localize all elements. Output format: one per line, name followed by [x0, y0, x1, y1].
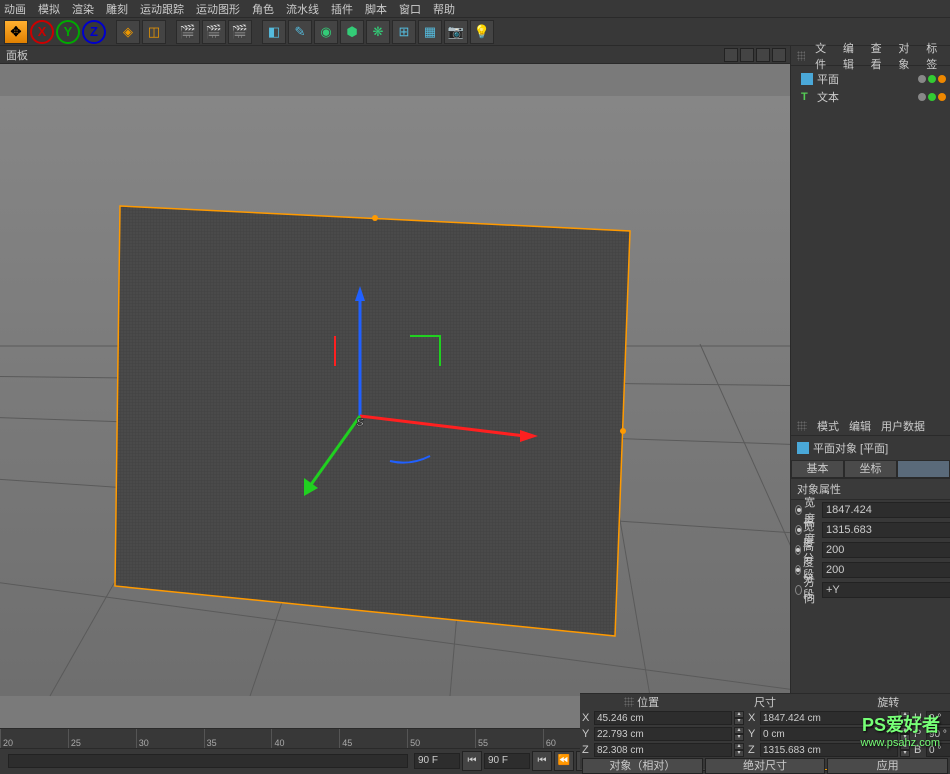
height-input[interactable]: [822, 522, 950, 538]
menu-item[interactable]: 模拟: [38, 1, 60, 17]
vp-nav-icon[interactable]: [772, 48, 786, 62]
goto-start-icon[interactable]: ⏮: [532, 751, 552, 771]
pos-z-input[interactable]: [594, 743, 732, 757]
rot-p-input[interactable]: [926, 727, 950, 741]
menu-item[interactable]: 动画: [4, 1, 26, 17]
generator-icon[interactable]: ◉: [314, 20, 338, 44]
object-manager-tabs: 文件 编辑 查看 对象 标签: [791, 46, 950, 66]
spline-pen-icon[interactable]: ✎: [288, 20, 312, 44]
coordinates-manager: 位置 尺寸 旋转 X▴▾ Y▴▾ Z▴▾ X▴▾ Y▴▾ Z▴▾ H▴▾ P▴▾…: [580, 693, 950, 769]
viewport-header: 面板: [0, 46, 790, 64]
vp-nav-icon[interactable]: [724, 48, 738, 62]
coord-mode-select[interactable]: 对象（相对）: [582, 758, 703, 774]
rot-h-input[interactable]: [926, 711, 950, 725]
tab-basic[interactable]: 基本: [791, 460, 844, 478]
vp-nav-icon[interactable]: [756, 48, 770, 62]
viewport-3d[interactable]: S 网格间距 : 1000 cm: [0, 64, 790, 728]
attribute-tabs: 模式 编辑 用户数据: [791, 416, 950, 436]
frame-start-input[interactable]: [414, 753, 460, 769]
render-settings-icon[interactable]: 🎬: [228, 20, 252, 44]
attribute-subtabs: 基本 坐标: [791, 460, 950, 478]
menu-item[interactable]: 雕刻: [106, 1, 128, 17]
menu-item[interactable]: 流水线: [286, 1, 319, 17]
render-icon[interactable]: 🎬: [176, 20, 200, 44]
vp-nav-icon[interactable]: [740, 48, 754, 62]
width-input[interactable]: [822, 502, 950, 518]
environment-icon[interactable]: ⊞: [392, 20, 416, 44]
cube-primitive-icon[interactable]: ◫: [142, 20, 166, 44]
axis-x-toggle[interactable]: X: [30, 20, 54, 44]
menu-item[interactable]: 角色: [252, 1, 274, 17]
generator2-icon[interactable]: ⬢: [340, 20, 364, 44]
attribute-title: 平面对象 [平面]: [791, 436, 950, 460]
plane-icon: [801, 73, 813, 85]
pos-x-input[interactable]: [594, 711, 732, 725]
grid-icon[interactable]: ▦: [418, 20, 442, 44]
viewport-title: 面板: [6, 47, 28, 63]
width-seg-input[interactable]: [822, 542, 950, 558]
attr-tab[interactable]: 用户数据: [881, 418, 925, 434]
camera-icon[interactable]: 📷: [444, 20, 468, 44]
attr-tab[interactable]: 编辑: [849, 418, 871, 434]
tab-object[interactable]: [897, 460, 950, 478]
frame-end-input[interactable]: [484, 753, 530, 769]
timeline-slider[interactable]: [8, 754, 408, 768]
rot-b-input[interactable]: [926, 743, 950, 757]
size-y-input[interactable]: [760, 727, 898, 741]
light-icon[interactable]: 💡: [470, 20, 494, 44]
menu-item[interactable]: 帮助: [433, 1, 455, 17]
apply-button[interactable]: 应用: [827, 758, 948, 774]
height-seg-input[interactable]: [822, 562, 950, 578]
coord-system-icon[interactable]: ◈: [116, 20, 140, 44]
menu-item[interactable]: 插件: [331, 1, 353, 17]
primitive-cube-icon[interactable]: ◧: [262, 20, 286, 44]
plane-icon: [797, 442, 809, 454]
menu-item[interactable]: 运动图形: [196, 1, 240, 17]
text-icon: T: [801, 91, 813, 103]
om-item-plane[interactable]: 平面: [795, 70, 946, 88]
size-mode-select[interactable]: 绝对尺寸: [705, 758, 826, 774]
axis-y-toggle[interactable]: Y: [56, 20, 80, 44]
axis-z-toggle[interactable]: Z: [82, 20, 106, 44]
tab-coords[interactable]: 坐标: [844, 460, 897, 478]
deformer-icon[interactable]: ❋: [366, 20, 390, 44]
menu-bar: 动画 模拟 渲染 雕刻 运动跟踪 运动图形 角色 流水线 插件 脚本 窗口 帮助: [0, 0, 950, 18]
menu-item[interactable]: 脚本: [365, 1, 387, 17]
attr-tab[interactable]: 模式: [817, 418, 839, 434]
menu-item[interactable]: 渲染: [72, 1, 94, 17]
om-item-text[interactable]: T 文本: [795, 88, 946, 106]
grip-icon[interactable]: [797, 421, 807, 431]
radio-icon[interactable]: [795, 585, 802, 595]
pos-y-input[interactable]: [594, 727, 732, 741]
prev-key-icon[interactable]: ⏪: [554, 751, 574, 771]
attr-orientation: 方向 ▾: [791, 580, 950, 600]
menu-item[interactable]: 运动跟踪: [140, 1, 184, 17]
svg-text:S: S: [356, 417, 364, 429]
menu-item[interactable]: 窗口: [399, 1, 421, 17]
render-region-icon[interactable]: 🎬: [202, 20, 226, 44]
orientation-select[interactable]: [822, 582, 950, 598]
move-tool-icon[interactable]: ✥: [4, 20, 28, 44]
main-toolbar: ✥ X Y Z ◈ ◫ 🎬 🎬 🎬 ◧ ✎ ◉ ⬢ ❋ ⊞ ▦ 📷 💡: [0, 18, 950, 46]
grip-icon[interactable]: [797, 51, 805, 61]
grip-icon[interactable]: [624, 697, 634, 707]
size-x-input[interactable]: [760, 711, 898, 725]
size-z-input[interactable]: [760, 743, 898, 757]
object-manager[interactable]: 平面 T 文本: [791, 66, 950, 416]
goto-start-icon[interactable]: ⏮: [462, 751, 482, 771]
